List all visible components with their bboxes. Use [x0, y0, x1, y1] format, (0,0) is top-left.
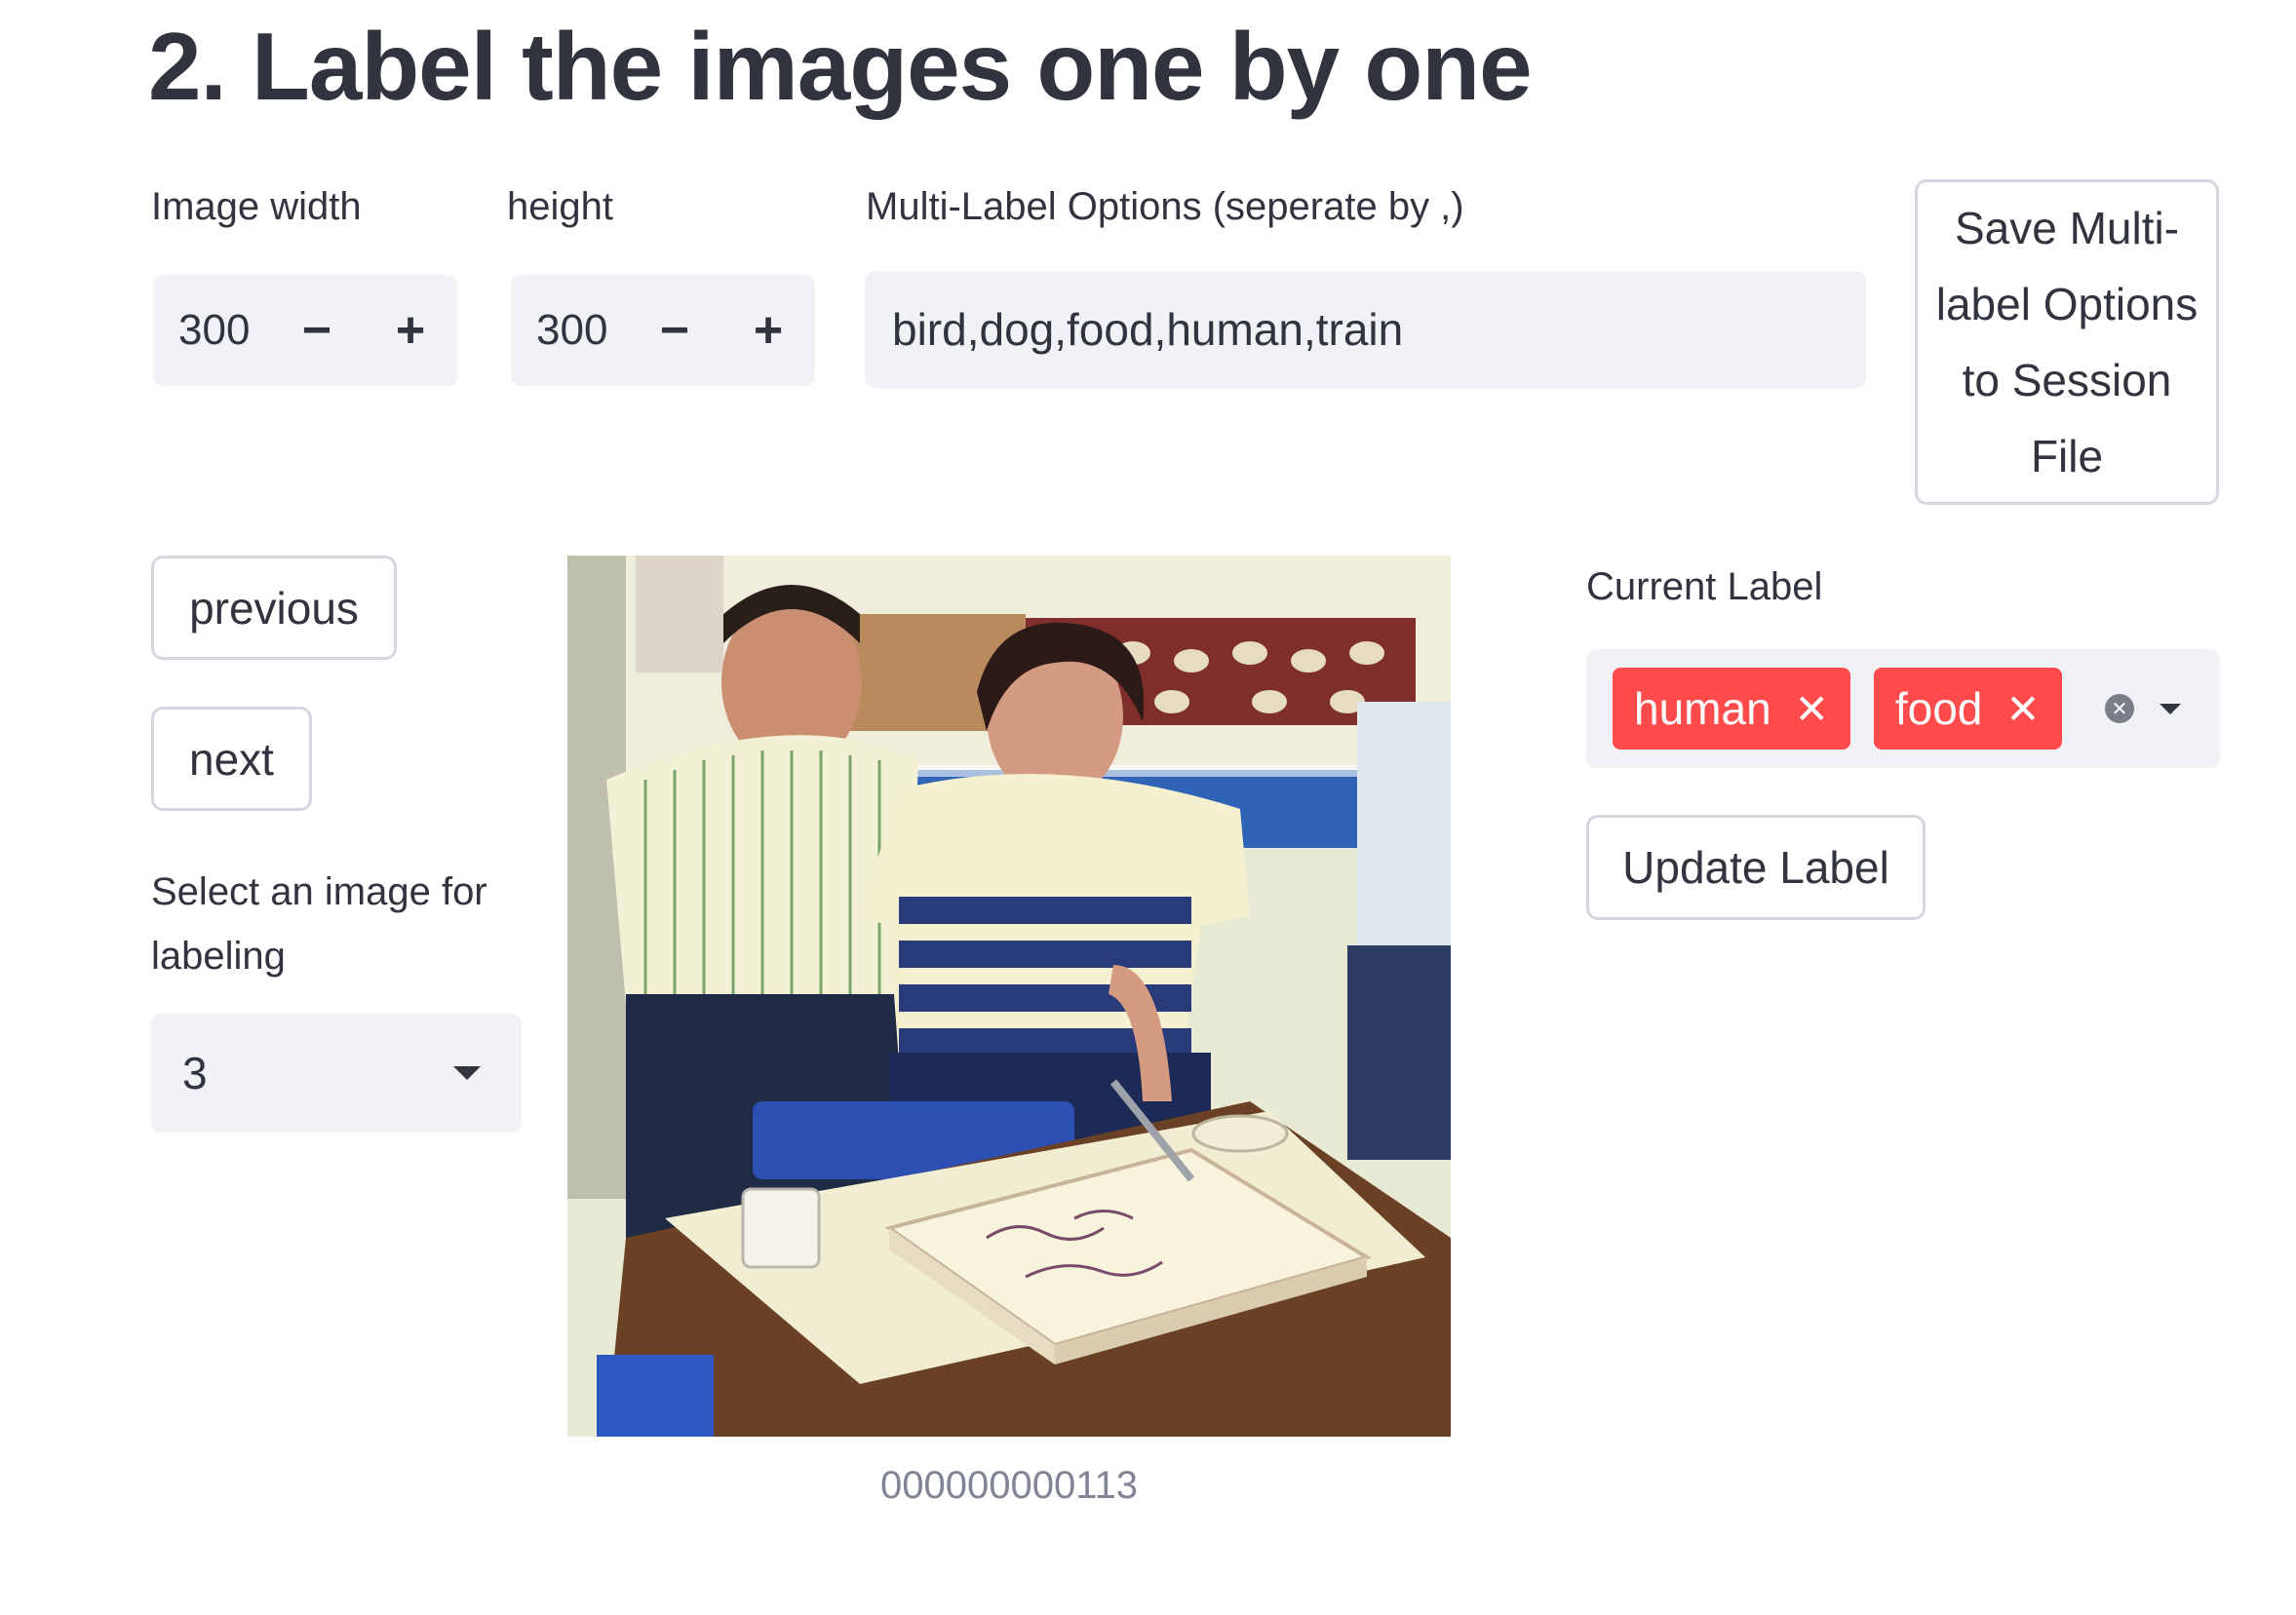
page-title: 2. Label the images one by one — [148, 13, 1533, 120]
image-width-decrement-button[interactable]: − — [270, 275, 364, 386]
remove-tag-icon[interactable]: ✕ — [1795, 685, 1829, 733]
image-height-value[interactable]: 300 — [511, 306, 628, 355]
image-caption: 000000000113 — [880, 1464, 1138, 1507]
multi-label-options-label: Multi-Label Options (seperate by ,) — [866, 185, 1464, 228]
label-tag-human: human ✕ — [1613, 668, 1850, 750]
current-label-multiselect[interactable]: human ✕ food ✕ ✕ — [1586, 649, 2220, 768]
tag-text: food — [1894, 683, 1983, 734]
label-tag-food: food ✕ — [1873, 668, 2062, 750]
image-width-stepper: 300 − + — [153, 275, 457, 386]
clear-all-icon[interactable]: ✕ — [2105, 694, 2134, 723]
multi-label-options-input[interactable]: bird,dog,food,human,train — [865, 271, 1866, 388]
chevron-down-icon[interactable] — [2160, 703, 2181, 714]
image-select-label: Select an image for labeling — [151, 870, 487, 978]
remove-tag-icon[interactable]: ✕ — [2005, 685, 2040, 733]
image-height-label: height — [507, 185, 613, 228]
photo-image — [567, 556, 1451, 1437]
current-label-label: Current Label — [1586, 565, 1823, 608]
image-width-increment-button[interactable]: + — [364, 275, 457, 386]
update-label-button-label: Update Label — [1622, 842, 1889, 893]
image-height-decrement-button[interactable]: − — [628, 275, 721, 386]
save-button-label: Save Multi-label Options to Session File — [1935, 203, 2199, 481]
update-label-button[interactable]: Update Label — [1586, 815, 1926, 920]
tag-text: human — [1634, 683, 1771, 734]
chevron-down-icon — [453, 1066, 481, 1080]
previous-button[interactable]: previous — [151, 556, 397, 660]
image-height-stepper: 300 − + — [511, 275, 815, 386]
previous-button-label: previous — [189, 582, 359, 634]
image-width-label: Image width — [151, 185, 362, 228]
image-width-value[interactable]: 300 — [153, 306, 270, 355]
save-multi-label-options-button[interactable]: Save Multi-label Options to Session File — [1915, 179, 2219, 505]
image-height-increment-button[interactable]: + — [721, 275, 815, 386]
image-select-dropdown[interactable]: 3 — [151, 1014, 522, 1133]
next-button-label: next — [189, 733, 274, 785]
next-button[interactable]: next — [151, 707, 312, 811]
image-select-value: 3 — [182, 1048, 208, 1098]
